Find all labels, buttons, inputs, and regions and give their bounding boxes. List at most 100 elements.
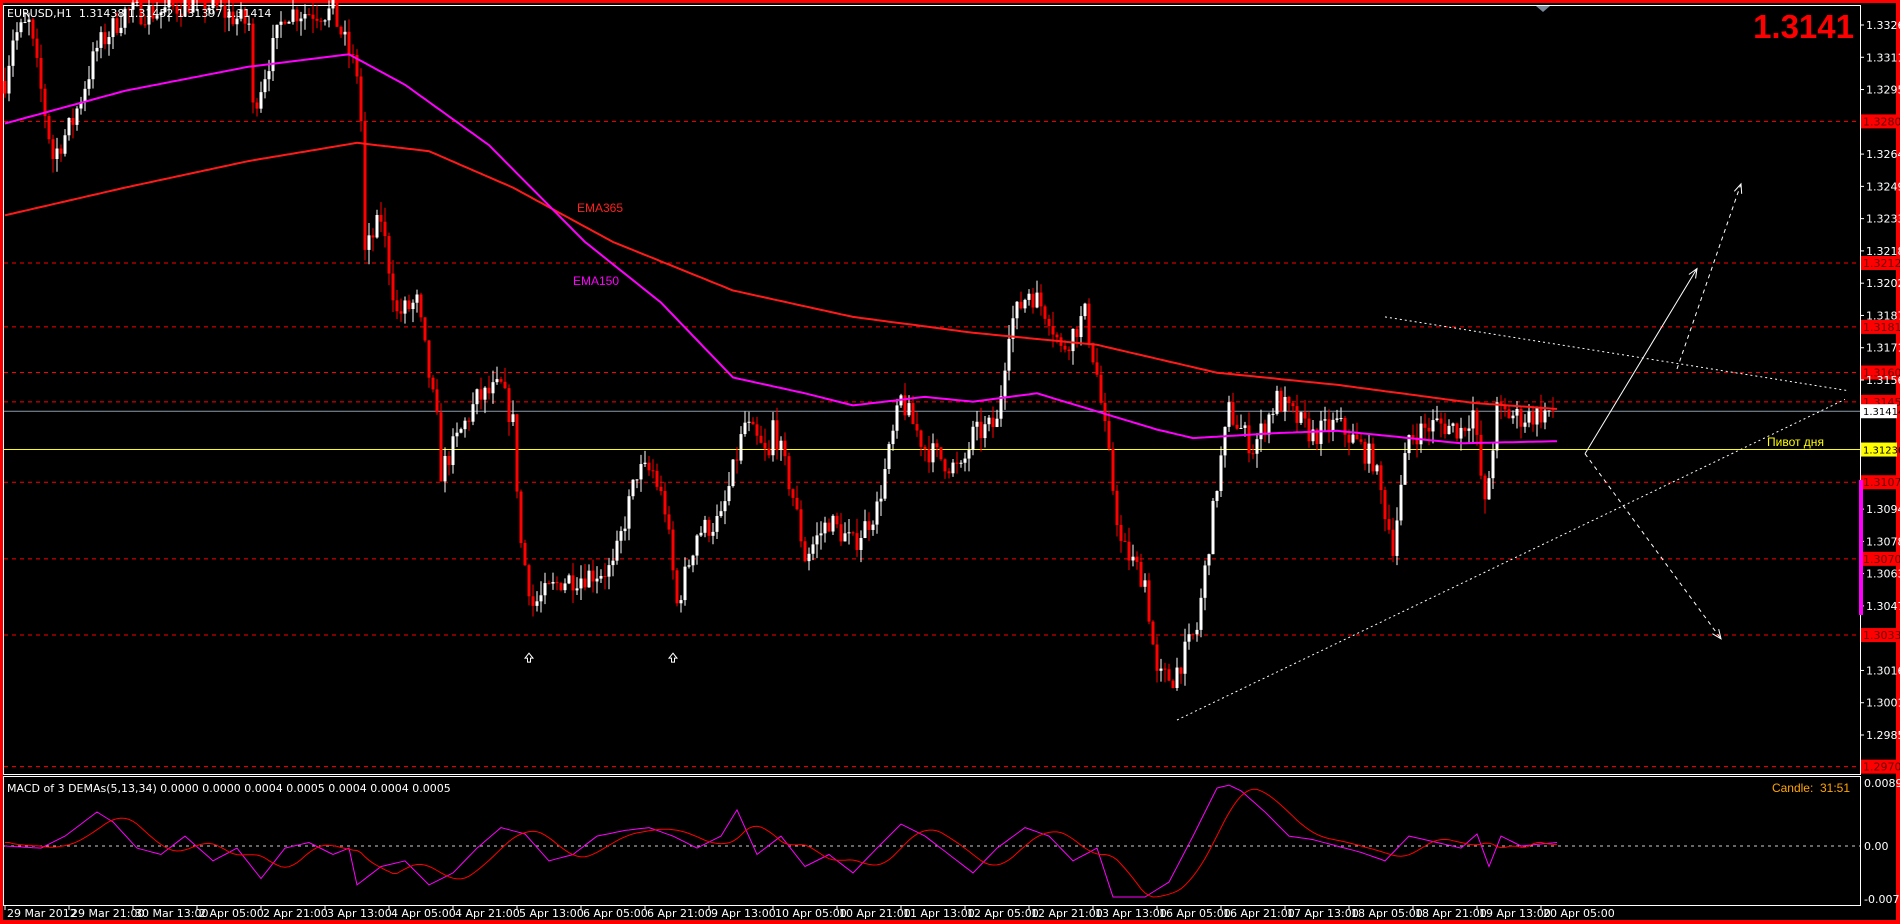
chart-window[interactable]: 1.328061.321261.318191.316001.314591.310… xyxy=(0,0,1900,924)
window-top-border xyxy=(0,0,1900,3)
candle-body xyxy=(1535,408,1539,425)
time-tick-label: 5 Apr 13:00 xyxy=(519,907,584,920)
candle-body xyxy=(1035,292,1039,308)
candle-body xyxy=(875,501,879,525)
candle-body xyxy=(363,121,367,250)
candle-body xyxy=(1187,634,1191,642)
candle-body xyxy=(1203,565,1207,598)
time-tick-label: 3 Apr 13:00 xyxy=(327,907,392,920)
price-tick-label: 1.32959 xyxy=(1866,84,1900,97)
time-tick-label: 18 Apr 05:00 xyxy=(1351,907,1423,920)
candle-body xyxy=(1479,434,1483,476)
candle-body xyxy=(447,455,451,466)
candle-body xyxy=(1355,434,1359,440)
candle-body xyxy=(115,18,119,33)
candle-body xyxy=(1179,667,1183,674)
candle-body xyxy=(847,532,851,534)
candle-body xyxy=(1239,427,1243,429)
price-level-label: 1.31819 xyxy=(1863,321,1900,334)
candle-body xyxy=(299,18,303,22)
candle-body xyxy=(1363,441,1367,464)
range-bar-indicator xyxy=(1859,480,1863,615)
candle-body xyxy=(1391,529,1395,556)
candle-body xyxy=(1163,668,1167,670)
time-tick-label: 2 Apr 21:00 xyxy=(263,907,328,920)
candle-body xyxy=(143,24,147,26)
candle-body xyxy=(743,422,747,435)
candle-body xyxy=(1079,316,1083,338)
candle-body xyxy=(107,37,111,45)
candle-body xyxy=(539,595,543,602)
candle-body xyxy=(983,424,987,439)
candle-body xyxy=(1175,667,1179,688)
candle-body xyxy=(1439,418,1443,424)
candle-body xyxy=(759,435,763,443)
candle-body xyxy=(75,108,79,125)
candle-body xyxy=(11,40,15,66)
candle-body xyxy=(1335,418,1339,420)
dashed-up-arrow xyxy=(1676,182,1743,370)
candle-body xyxy=(975,421,979,427)
candle-body xyxy=(3,81,7,94)
candle-body xyxy=(1191,634,1195,636)
candle-body xyxy=(1023,299,1027,309)
candle-body xyxy=(1055,334,1059,338)
candle-body xyxy=(855,533,859,550)
time-tick-label: 11 Apr 13:00 xyxy=(903,907,975,920)
candlesticks xyxy=(3,0,1555,691)
candle-body xyxy=(1027,293,1031,300)
candle-body xyxy=(1519,409,1523,427)
candle-body xyxy=(643,462,647,465)
candle-body xyxy=(71,118,75,125)
time-tick-label: 4 Apr 05:00 xyxy=(391,907,456,920)
candle-body xyxy=(455,432,459,437)
candle-body xyxy=(895,405,899,431)
candle-body xyxy=(583,578,587,588)
candle-body xyxy=(939,447,943,460)
drawn-objects[interactable] xyxy=(523,182,1850,721)
candle-body xyxy=(951,462,955,474)
candle-body xyxy=(259,92,263,109)
candle-body xyxy=(1103,402,1107,422)
candle-body xyxy=(499,379,503,382)
candle-body xyxy=(7,65,11,94)
candle-body xyxy=(1371,443,1375,472)
candle-body xyxy=(1379,465,1383,491)
candle-body xyxy=(911,403,915,425)
candle-body xyxy=(1299,412,1303,423)
candle-body xyxy=(543,583,547,596)
candle-body xyxy=(591,570,595,582)
price-axis: 1.328061.321261.318191.316001.314591.310… xyxy=(1860,19,1900,774)
candle-body xyxy=(703,519,707,533)
candle-body xyxy=(1167,669,1171,681)
candle-body xyxy=(739,434,743,461)
candle-body xyxy=(271,38,275,72)
candle-body xyxy=(1171,680,1175,688)
price-level-label: 1.32806 xyxy=(1863,115,1900,128)
candle-body xyxy=(471,404,475,422)
candle-body xyxy=(331,0,335,9)
candle-body xyxy=(31,19,35,39)
candle-body xyxy=(347,31,351,55)
candle-body xyxy=(675,570,679,604)
candle-body xyxy=(863,521,867,538)
candle-body xyxy=(1095,362,1099,375)
candle-body xyxy=(1047,318,1051,326)
candle-body xyxy=(19,22,23,33)
candle-body xyxy=(1475,410,1479,435)
price-level-label: 1.30339 xyxy=(1863,629,1900,642)
candle-body xyxy=(1411,435,1415,438)
candle-body xyxy=(851,532,855,534)
scroll-shift-marker-icon[interactable] xyxy=(1536,6,1550,12)
candle-body xyxy=(1195,629,1199,635)
candle-body xyxy=(171,0,175,7)
candle-body xyxy=(571,575,575,591)
candle-body xyxy=(1135,556,1139,562)
candle-body xyxy=(1215,490,1219,501)
candle-body xyxy=(399,311,403,314)
candle-body xyxy=(1131,556,1135,561)
time-tick-label: 13 Apr 13:00 xyxy=(1095,907,1167,920)
candle-body xyxy=(959,462,963,464)
candle-body xyxy=(55,148,59,160)
candle-body xyxy=(451,436,455,466)
